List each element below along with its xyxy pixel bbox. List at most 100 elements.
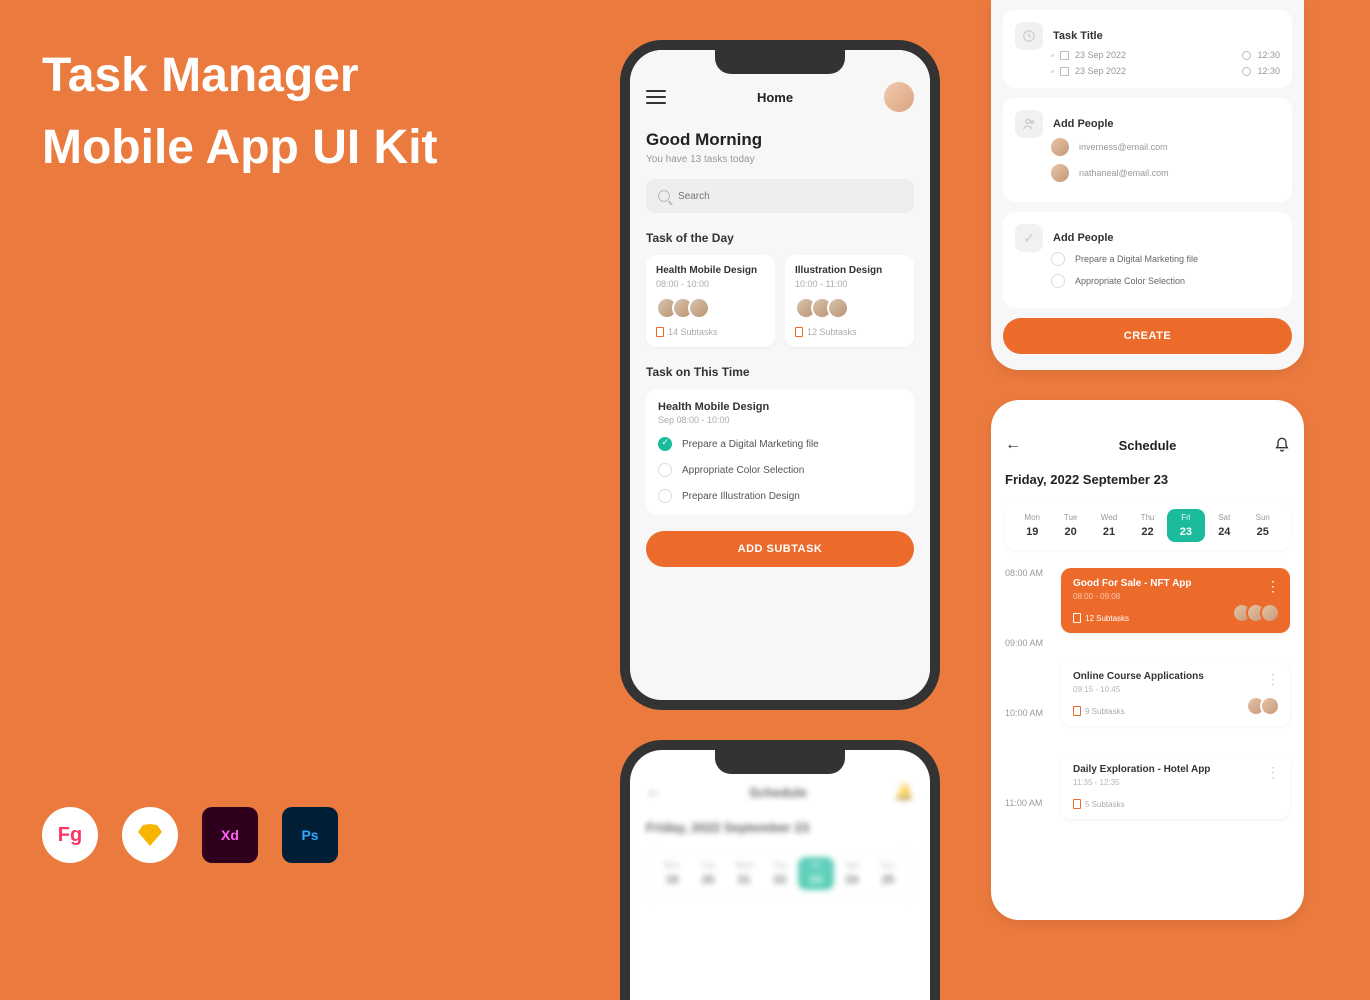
avatar bbox=[1051, 164, 1069, 182]
subtask-item[interactable]: Prepare a Digital Marketing file bbox=[1015, 252, 1280, 266]
time-label: 11:00 AM bbox=[1005, 798, 1042, 808]
day-col[interactable]: Tue20 bbox=[1051, 509, 1089, 542]
task-card-time: 10:00 - 11:00 bbox=[795, 279, 904, 289]
event-subtasks: 5 Subtasks bbox=[1073, 799, 1278, 809]
checkbox-icon[interactable] bbox=[1051, 274, 1065, 288]
document-icon bbox=[795, 327, 803, 337]
subtask-label: Prepare a Digital Marketing file bbox=[682, 439, 819, 450]
section-task-this-time: Task on This Time bbox=[646, 365, 914, 379]
bell-icon: 🔔 bbox=[894, 782, 914, 802]
subtask-item[interactable]: Prepare Illustration Design bbox=[658, 489, 902, 503]
task-card-title: Health Mobile Design bbox=[656, 265, 765, 276]
marketing-title: Task Manager Mobile App UI Kit bbox=[42, 40, 438, 184]
user-avatar[interactable] bbox=[884, 82, 914, 112]
event-time: 11:35 - 12:35 bbox=[1073, 778, 1278, 787]
event-title: Good For Sale - NFT App bbox=[1073, 578, 1278, 589]
back-arrow-icon: ← bbox=[646, 783, 662, 801]
day-col[interactable]: Sat24 bbox=[1205, 509, 1243, 542]
add-subtask-button[interactable]: ADD SUBTASK bbox=[646, 531, 914, 567]
date-row[interactable]: 23 Sep 202212:30 bbox=[1015, 50, 1280, 60]
schedule-date: Friday, 2022 September 23 bbox=[1005, 472, 1290, 487]
tool-icons-row: Fg Xd Ps bbox=[42, 807, 338, 863]
date-title: Friday, 2022 September 23 bbox=[646, 820, 914, 835]
clock-icon bbox=[1242, 51, 1251, 60]
document-icon bbox=[1073, 613, 1081, 623]
people-email-row[interactable]: inverness@email.com bbox=[1015, 138, 1280, 156]
clock-icon bbox=[1015, 22, 1043, 50]
phone-schedule-blurred: ← Schedule 🔔 Friday, 2022 September 23 M… bbox=[620, 740, 940, 1000]
checkbox-icon[interactable] bbox=[658, 489, 672, 503]
subtasks-label: Add People bbox=[1053, 232, 1114, 244]
event-avatars bbox=[1252, 696, 1280, 716]
day-col-active[interactable]: Fri23 bbox=[1167, 509, 1205, 542]
checkbox-icon[interactable] bbox=[658, 437, 672, 451]
search-field[interactable] bbox=[646, 179, 914, 213]
task-title-section: Task Title 23 Sep 202212:30 23 Sep 20221… bbox=[1003, 10, 1292, 88]
subtask-label: Appropriate Color Selection bbox=[682, 465, 804, 476]
time-label: 08:00 AM bbox=[1005, 568, 1043, 578]
subtask-count: 14 Subtasks bbox=[656, 327, 765, 337]
schedule-event-card[interactable]: ⋮ Daily Exploration - Hotel App 11:35 - … bbox=[1061, 754, 1290, 819]
checkbox-icon[interactable] bbox=[658, 463, 672, 477]
document-icon bbox=[656, 327, 664, 337]
subtask-label: Prepare Illustration Design bbox=[682, 491, 800, 502]
section-task-of-day: Task of the Day bbox=[646, 231, 914, 245]
check-icon: ✓ bbox=[1015, 224, 1043, 252]
day-col[interactable]: Mon19 bbox=[1013, 509, 1051, 542]
calendar-icon bbox=[1060, 51, 1069, 60]
event-avatars bbox=[1238, 603, 1280, 623]
schedule-event-card[interactable]: ⋮ Good For Sale - NFT App 08:00 - 09:08 … bbox=[1061, 568, 1290, 633]
search-input[interactable] bbox=[678, 191, 902, 202]
current-task-time: Sep 08:00 - 10:00 bbox=[658, 415, 902, 425]
task-card-time: 08:00 - 10:00 bbox=[656, 279, 765, 289]
assignee-avatars bbox=[656, 297, 765, 319]
day-col[interactable]: Thu22 bbox=[1128, 509, 1166, 542]
people-email-row[interactable]: nathaneal@email.com bbox=[1015, 164, 1280, 182]
back-arrow-icon[interactable]: ← bbox=[1005, 436, 1021, 454]
current-task-title: Health Mobile Design bbox=[658, 401, 902, 413]
greeting-text: Good Morning bbox=[646, 130, 914, 150]
avatar bbox=[1051, 138, 1069, 156]
schedule-panel: ← Schedule Friday, 2022 September 23 Mon… bbox=[991, 400, 1304, 920]
day-col[interactable]: Wed21 bbox=[1090, 509, 1128, 542]
sketch-icon bbox=[122, 807, 178, 863]
time-label: 09:00 AM bbox=[1005, 638, 1043, 648]
timeline: 08:00 AM 09:00 AM 10:00 AM 11:00 AM ⋮ Go… bbox=[1005, 568, 1290, 819]
document-icon bbox=[1073, 706, 1081, 716]
event-time: 09:15 - 10:45 bbox=[1073, 685, 1278, 694]
event-title: Online Course Applications bbox=[1073, 671, 1278, 682]
title-line2: Mobile App UI Kit bbox=[42, 121, 438, 174]
create-button[interactable]: CREATE bbox=[1003, 318, 1292, 354]
task-card[interactable]: Health Mobile Design 08:00 - 10:00 14 Su… bbox=[646, 255, 775, 347]
photoshop-icon: Ps bbox=[282, 807, 338, 863]
add-subtasks-section: ✓ Add People Prepare a Digital Marketing … bbox=[1003, 212, 1292, 308]
subtask-count: 12 Subtasks bbox=[795, 327, 904, 337]
task-card-title: Illustration Design bbox=[795, 265, 904, 276]
current-task-card[interactable]: Health Mobile Design Sep 08:00 - 10:00 P… bbox=[646, 389, 914, 515]
subtask-item[interactable]: Appropriate Color Selection bbox=[1015, 274, 1280, 288]
calendar-icon bbox=[1060, 67, 1069, 76]
create-task-panel: Task Title 23 Sep 202212:30 23 Sep 20221… bbox=[991, 0, 1304, 370]
task-card[interactable]: Illustration Design 10:00 - 11:00 12 Sub… bbox=[785, 255, 914, 347]
day-col[interactable]: Sun25 bbox=[1244, 509, 1282, 542]
tasks-count-text: You have 13 tasks today bbox=[646, 154, 914, 165]
add-people-section: Add People inverness@email.com nathaneal… bbox=[1003, 98, 1292, 202]
page-title: Schedule bbox=[749, 785, 807, 800]
phone-notch bbox=[715, 50, 845, 74]
time-label: 10:00 AM bbox=[1005, 708, 1043, 718]
schedule-event-card[interactable]: ⋮ Online Course Applications 09:15 - 10:… bbox=[1061, 661, 1290, 726]
menu-icon[interactable] bbox=[646, 90, 666, 104]
adobe-xd-icon: Xd bbox=[202, 807, 258, 863]
page-title: Home bbox=[757, 90, 793, 105]
subtask-item[interactable]: Appropriate Color Selection bbox=[658, 463, 902, 477]
subtask-item[interactable]: Prepare a Digital Marketing file bbox=[658, 437, 902, 451]
person-icon bbox=[1015, 110, 1043, 138]
title-line1: Task Manager bbox=[42, 49, 359, 102]
clock-icon bbox=[1242, 67, 1251, 76]
checkbox-icon[interactable] bbox=[1051, 252, 1065, 266]
bell-icon[interactable] bbox=[1274, 437, 1290, 453]
add-people-label: Add People bbox=[1053, 118, 1114, 130]
document-icon bbox=[1073, 799, 1081, 809]
event-time: 08:00 - 09:08 bbox=[1073, 592, 1278, 601]
date-row[interactable]: 23 Sep 202212:30 bbox=[1015, 66, 1280, 76]
